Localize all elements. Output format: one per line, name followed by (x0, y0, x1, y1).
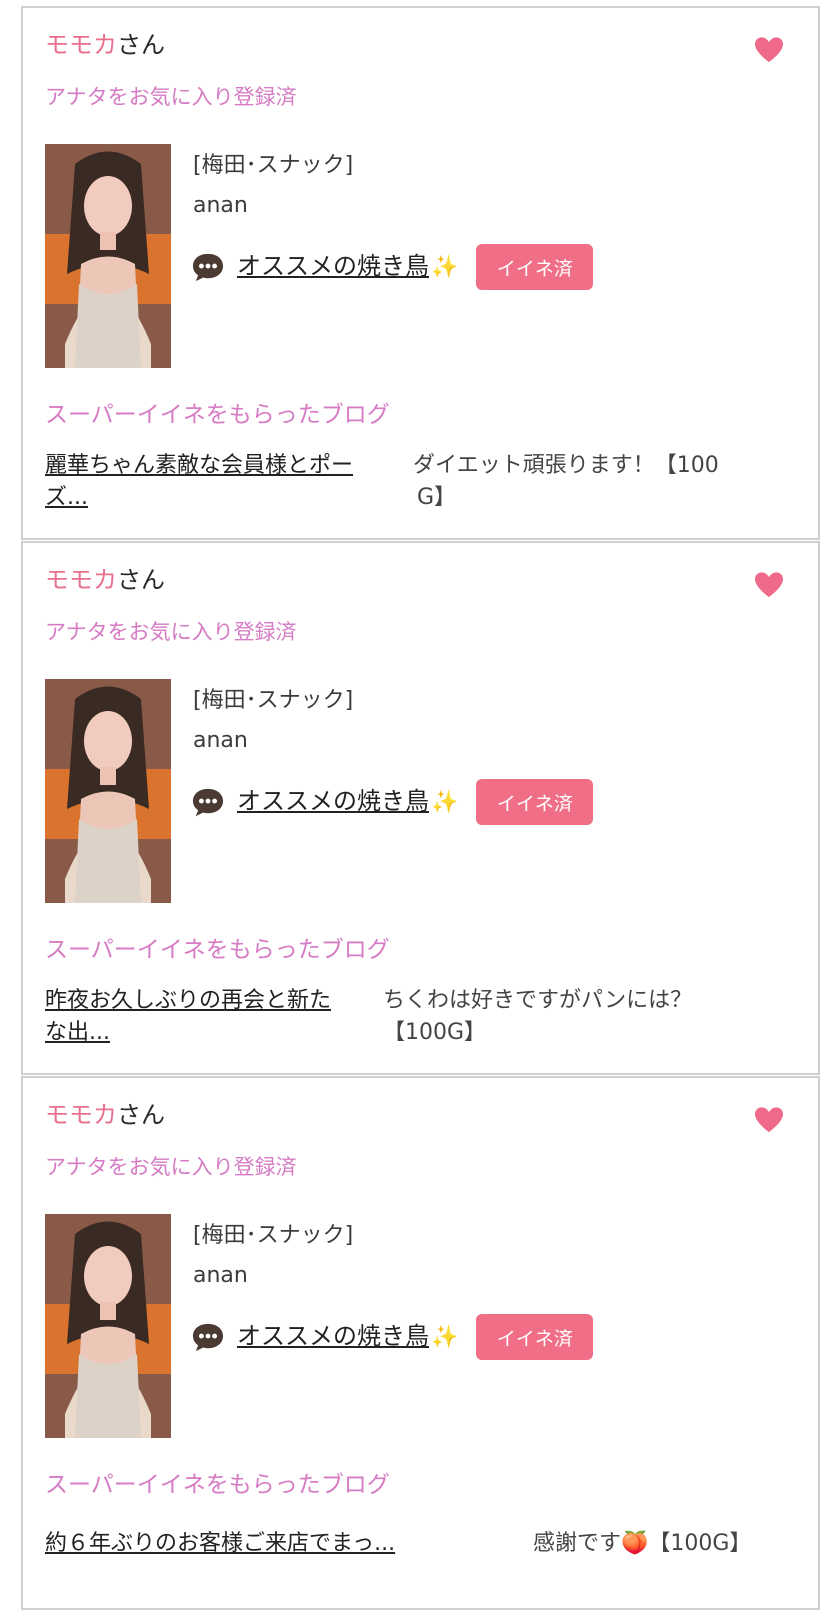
super-like-blog-line: な出... (45, 1020, 110, 1045)
latest-blog-row: オススメの焼き鳥✨ イイネ済 (191, 1314, 594, 1360)
heart-icon[interactable] (754, 1106, 784, 1134)
super-like-blog-line: 約６年ぶりのお客様ご来店でまっ... (45, 1531, 396, 1556)
latest-blog-row: オススメの焼き鳥✨ イイネ済 (191, 779, 594, 825)
blog-title-text: オススメの焼き鳥 (237, 252, 429, 280)
shop-label: [梅田･スナック] (193, 153, 354, 178)
super-like-comment: ちくわは好きですがパンには？ 【100G】 (383, 985, 692, 1049)
favorite-status-note: アナタをお気に入り登録済 (45, 620, 297, 644)
super-like-blog-link[interactable]: 約６年ぶりのお客様ご来店でまっ... (45, 1528, 395, 1560)
blog-title-link[interactable]: オススメの焼き鳥✨ (237, 1321, 458, 1353)
blog-title-link[interactable]: オススメの焼き鳥✨ (237, 786, 458, 818)
like-done-button[interactable]: イイネ済 (476, 779, 594, 825)
like-done-button[interactable]: イイネ済 (476, 244, 594, 290)
super-like-section-title: スーパーイイネをもらったブログ (45, 937, 390, 963)
shop-label: [梅田･スナック] (193, 1223, 354, 1248)
favorite-cast-card: モモカさん アナタをお気に入り登録済 [梅田･スナック] anan オススメの焼… (21, 6, 820, 540)
sparkle-emoji: ✨ (431, 790, 459, 815)
blog-title-text: オススメの焼き鳥 (237, 1322, 429, 1350)
speech-bubble-icon (192, 253, 224, 282)
super-like-section-title: スーパーイイネをもらったブログ (45, 402, 390, 428)
speech-bubble-icon (192, 1323, 224, 1352)
favorite-cast-card: モモカさん アナタをお気に入り登録済 [梅田･スナック] anan オススメの焼… (21, 541, 820, 1075)
super-like-comment-line: 【100G】 (383, 1020, 487, 1045)
latest-blog-row: オススメの焼き鳥✨ イイネ済 (191, 244, 594, 290)
name-honorific: さん (117, 1101, 165, 1129)
shop-label: [梅田･スナック] (193, 688, 354, 713)
super-like-blog-line: 昨夜お久しぶりの再会と新た (45, 988, 332, 1013)
speech-bubble-icon (192, 788, 224, 817)
super-like-comment-line: ダイエット頑張ります！【100 (413, 453, 719, 478)
blog-title-text: オススメの焼き鳥 (237, 787, 429, 815)
favorite-status-note: アナタをお気に入り登録済 (45, 1155, 297, 1179)
cast-name[interactable]: モモカ (45, 31, 117, 59)
super-like-comment-line: G】 (417, 485, 457, 510)
cast-display-name: anan (193, 728, 248, 753)
cast-name-heading[interactable]: モモカさん (45, 565, 165, 595)
favorite-cast-card: モモカさん アナタをお気に入り登録済 [梅田･スナック] anan オススメの焼… (21, 1076, 820, 1610)
cast-name[interactable]: モモカ (45, 1101, 117, 1129)
super-like-comment: ダイエット頑張ります！【100 G】 (413, 450, 719, 514)
cast-display-name: anan (193, 1263, 248, 1288)
cast-photo[interactable] (45, 144, 171, 368)
cast-name-heading[interactable]: モモカさん (45, 30, 165, 60)
super-like-blog-link[interactable]: 麗華ちゃん素敵な会員様とポー ズ... (45, 450, 395, 514)
heart-icon[interactable] (754, 36, 784, 64)
cast-photo[interactable] (45, 679, 171, 903)
name-honorific: さん (117, 566, 165, 594)
cast-display-name: anan (193, 193, 248, 218)
cast-photo[interactable] (45, 1214, 171, 1438)
blog-title-link[interactable]: オススメの焼き鳥✨ (237, 251, 458, 283)
super-like-blog-line: ズ... (45, 485, 88, 510)
sparkle-emoji: ✨ (431, 1325, 459, 1350)
super-like-comment-line: 感謝です🍑【100G】 (533, 1531, 752, 1556)
like-done-button[interactable]: イイネ済 (476, 1314, 594, 1360)
cast-name[interactable]: モモカ (45, 566, 117, 594)
super-like-comment-line: ちくわは好きですがパンには？ (383, 988, 693, 1013)
sparkle-emoji: ✨ (431, 255, 459, 280)
super-like-section-title: スーパーイイネをもらったブログ (45, 1472, 390, 1498)
super-like-blog-link[interactable]: 昨夜お久しぶりの再会と新た な出... (45, 985, 370, 1049)
heart-icon[interactable] (754, 571, 784, 599)
cast-name-heading[interactable]: モモカさん (45, 1100, 165, 1130)
super-like-comment: 感謝です🍑【100G】 (533, 1528, 751, 1560)
super-like-blog-line: 麗華ちゃん素敵な会員様とポー (45, 453, 354, 478)
name-honorific: さん (117, 31, 165, 59)
favorite-status-note: アナタをお気に入り登録済 (45, 85, 297, 109)
